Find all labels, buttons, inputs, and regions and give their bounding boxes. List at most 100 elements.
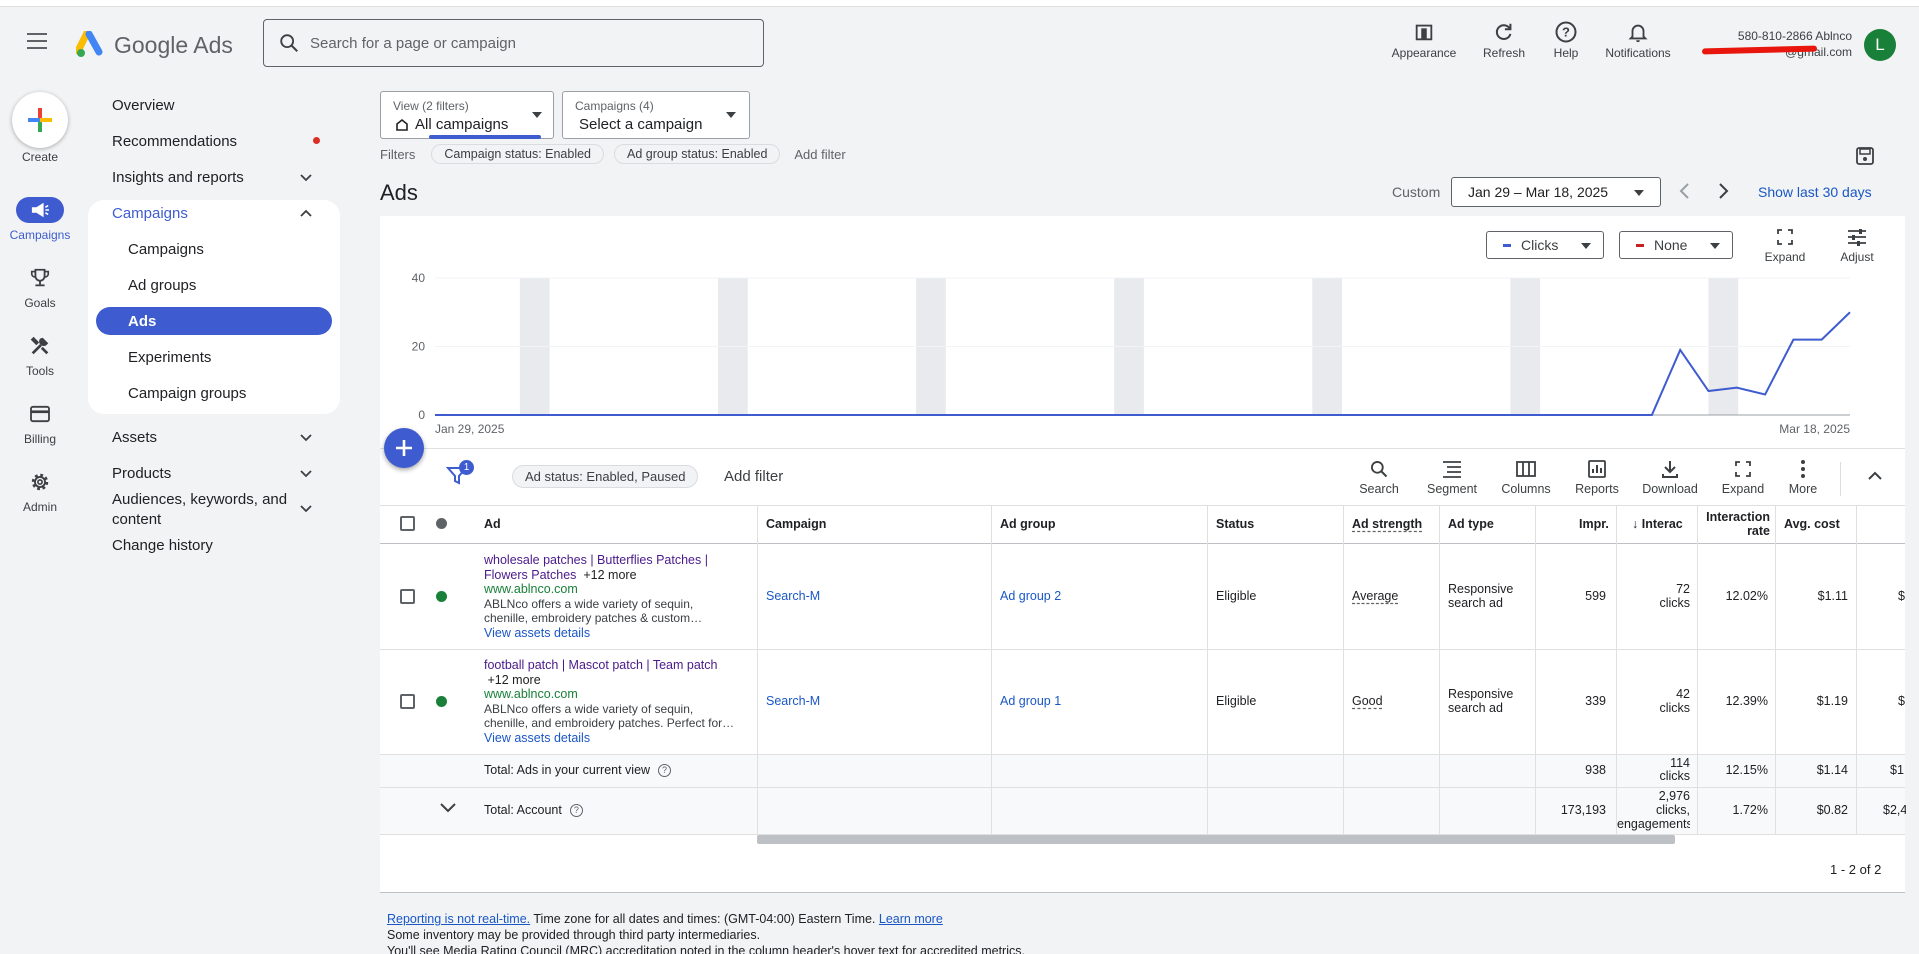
table-search-button[interactable]: Search xyxy=(1354,456,1404,496)
ad-status-filter-chip[interactable]: Ad status: Enabled, Paused xyxy=(512,465,699,488)
chart-adjust-button[interactable]: Adjust xyxy=(1829,224,1885,264)
ad-strength-value[interactable]: Good xyxy=(1352,694,1383,708)
chevron-down-icon[interactable] xyxy=(298,466,314,482)
date-range-selector[interactable]: Jan 29 – Mar 18, 2025 xyxy=(1451,177,1661,207)
select-all-checkbox[interactable] xyxy=(400,516,415,531)
chevron-right-icon[interactable] xyxy=(1716,182,1730,200)
col-header-status[interactable]: Status xyxy=(1216,517,1254,531)
nav-sub-experiments[interactable]: Experiments xyxy=(128,349,211,366)
columns-button[interactable]: Columns xyxy=(1497,456,1555,496)
rail-campaigns[interactable] xyxy=(16,197,64,223)
rail-goals[interactable] xyxy=(16,265,64,291)
view-assets-details-link[interactable]: View assets details xyxy=(484,731,744,746)
ad-group-link[interactable]: Ad group 2 xyxy=(1000,589,1061,603)
ad-strength-value[interactable]: Average xyxy=(1352,589,1398,603)
create-button[interactable] xyxy=(12,92,68,148)
row-checkbox[interactable] xyxy=(400,589,415,604)
nav-sub-campaigns[interactable]: Campaigns xyxy=(128,241,204,258)
nav-change-history[interactable]: Change history xyxy=(112,537,213,554)
ad-headline-cont[interactable]: Flowers Patches xyxy=(484,568,576,582)
campaign-link[interactable]: Search-M xyxy=(766,589,820,603)
more-vert-icon xyxy=(1778,456,1828,482)
timezone-text: Time zone for all dates and times: (GMT-… xyxy=(530,912,879,926)
nav-assets[interactable]: Assets xyxy=(112,429,157,446)
nav-products[interactable]: Products xyxy=(112,465,171,482)
view-selector[interactable]: View (2 filters) All campaigns xyxy=(380,91,554,139)
appearance-button[interactable]: Appearance xyxy=(1384,18,1464,60)
chevron-up-icon[interactable] xyxy=(1868,471,1882,481)
nav-audiences[interactable]: Audiences, keywords, and content xyxy=(112,490,292,530)
help-button[interactable]: ? Help xyxy=(1542,18,1590,60)
total-account-interactions-unit: clicks, xyxy=(1655,803,1690,817)
learn-more-link[interactable]: Learn more xyxy=(879,912,943,926)
add-filter-link[interactable]: Add filter xyxy=(794,147,845,162)
ad-group-link[interactable]: Ad group 1 xyxy=(1000,694,1061,708)
col-header-ad-strength[interactable]: Ad strength xyxy=(1352,517,1422,531)
rail-tools[interactable] xyxy=(16,333,64,359)
download-button[interactable]: Download xyxy=(1638,456,1702,496)
col-header-impr[interactable]: Impr. xyxy=(1579,517,1609,531)
ad-headline[interactable]: wholesale patches | Butterflies Patches … xyxy=(484,553,744,568)
global-search[interactable] xyxy=(263,19,764,67)
chevron-down-icon[interactable] xyxy=(298,430,314,446)
ad-headline[interactable]: football patch | Mascot patch | Team pat… xyxy=(484,658,744,673)
campaign-selector[interactable]: Campaigns (4) Select a campaign xyxy=(562,91,750,139)
help-circle-icon[interactable]: ? xyxy=(569,804,583,818)
col-header-avg-cost[interactable]: Avg. cost xyxy=(1784,517,1840,531)
chevron-down-icon[interactable] xyxy=(298,170,314,186)
ad-type-line1: Responsive xyxy=(1448,582,1514,596)
view-assets-details-link[interactable]: View assets details xyxy=(484,626,744,641)
vertical-scrollbar[interactable] xyxy=(1909,80,1919,954)
nav-campaigns-group[interactable]: Campaigns xyxy=(112,205,188,222)
col-header-ad-group[interactable]: Ad group xyxy=(1000,517,1056,531)
divider xyxy=(380,649,1905,650)
hamburger-menu-icon[interactable] xyxy=(27,33,51,55)
horizontal-scrollbar[interactable] xyxy=(757,835,1675,844)
col-header-interactions[interactable]: ↓ Interac xyxy=(1632,517,1694,531)
nav-recommendations[interactable]: Recommendations xyxy=(112,133,237,150)
avg-cost-value: $1.11 xyxy=(1817,589,1848,603)
filter-chip-campaign-status[interactable]: Campaign status: Enabled xyxy=(431,144,605,164)
expand-icon xyxy=(1716,456,1770,482)
help-circle-icon[interactable]: ? xyxy=(658,764,672,778)
chevron-up-icon[interactable] xyxy=(298,205,314,221)
add-ad-button[interactable] xyxy=(384,428,424,468)
nav-sub-ad-groups[interactable]: Ad groups xyxy=(128,277,196,294)
nav-sub-ads[interactable]: Ads xyxy=(128,313,156,330)
col-header-ad-type[interactable]: Ad type xyxy=(1448,517,1494,531)
account-info[interactable]: 580-810-2866 Ablnco @gmail.com xyxy=(1698,28,1852,60)
reports-button[interactable]: Reports xyxy=(1568,456,1626,496)
nav-insights-reports[interactable]: Insights and reports xyxy=(112,169,244,186)
save-icon[interactable] xyxy=(1855,146,1875,166)
segment-icon xyxy=(1420,456,1484,482)
row-checkbox[interactable] xyxy=(400,694,415,709)
metric-selector-none[interactable]: None xyxy=(1619,231,1733,259)
refresh-label: Refresh xyxy=(1482,46,1526,60)
segment-button[interactable]: Segment xyxy=(1420,456,1484,496)
nav-sub-campaign-groups[interactable]: Campaign groups xyxy=(128,385,246,402)
filter-chip-ad-group-status[interactable]: Ad group status: Enabled xyxy=(614,144,781,164)
rail-admin[interactable] xyxy=(16,469,64,495)
col-header-campaign[interactable]: Campaign xyxy=(766,517,826,531)
rail-billing[interactable] xyxy=(16,401,64,427)
campaign-link[interactable]: Search-M xyxy=(766,694,820,708)
chart-expand-button[interactable]: Expand xyxy=(1757,224,1813,264)
table-add-filter[interactable]: Add filter xyxy=(724,468,783,485)
google-ads-logo[interactable]: Google Ads xyxy=(76,31,233,59)
col-header-ad[interactable]: Ad xyxy=(484,517,501,531)
chevron-down-icon[interactable] xyxy=(440,803,456,813)
table-expand-button[interactable]: Expand xyxy=(1716,456,1770,496)
refresh-button[interactable]: Refresh xyxy=(1472,18,1536,60)
notifications-button[interactable]: Notifications xyxy=(1596,18,1680,60)
avatar[interactable]: L xyxy=(1864,29,1896,61)
nav-overview[interactable]: Overview xyxy=(112,97,175,114)
col-divider xyxy=(1207,505,1208,834)
show-last-30-days-link[interactable]: Show last 30 days xyxy=(1758,184,1872,200)
col-header-interaction-rate[interactable]: Interaction rate xyxy=(1702,510,1770,538)
more-button[interactable]: More xyxy=(1778,456,1828,496)
chevron-down-icon[interactable] xyxy=(298,501,314,517)
chevron-left-icon[interactable] xyxy=(1678,182,1692,200)
search-input[interactable] xyxy=(310,34,750,52)
reporting-not-real-time-link[interactable]: Reporting is not real-time. xyxy=(387,912,530,926)
metric-selector-clicks[interactable]: Clicks xyxy=(1486,231,1604,259)
